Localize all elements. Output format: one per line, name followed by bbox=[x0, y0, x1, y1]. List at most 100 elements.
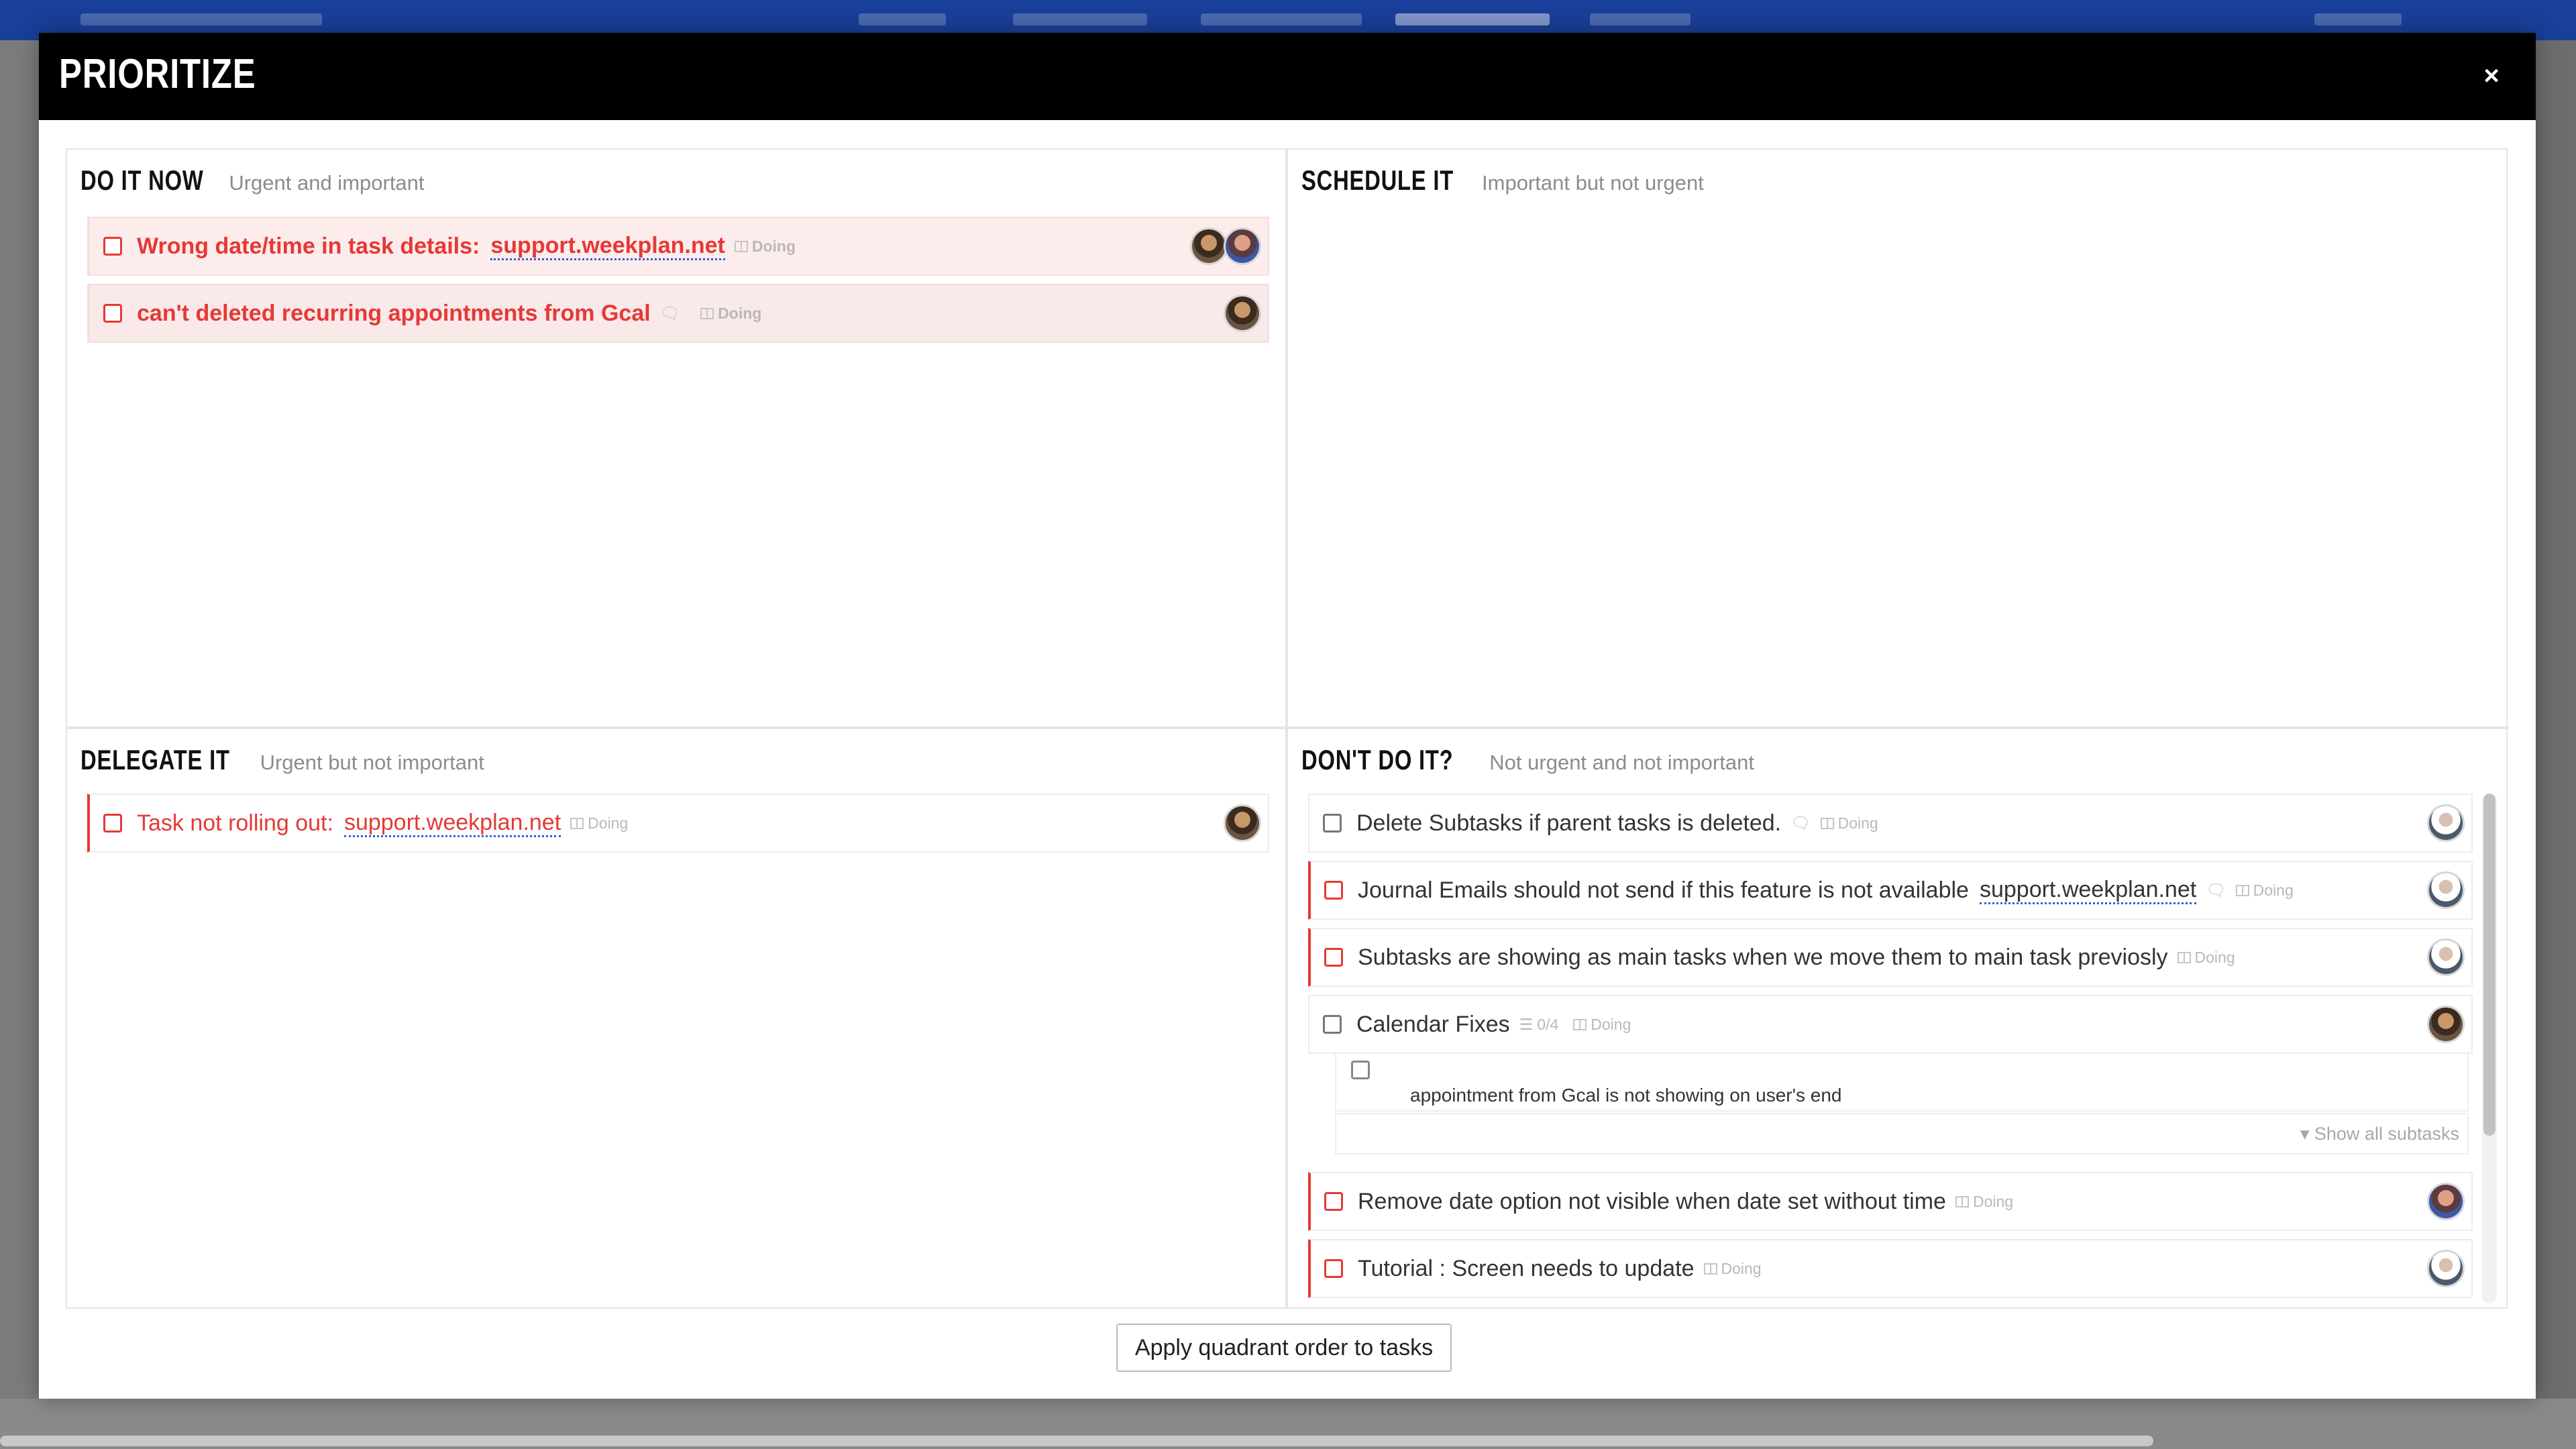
task-name[interactable]: Subtasks are showing as main tasks when … bbox=[1358, 945, 2168, 971]
subtask-row[interactable]: appointment from Gcal is not showing on … bbox=[1335, 1053, 2469, 1112]
avatar[interactable] bbox=[1224, 804, 1261, 842]
quadrant-title: DO IT NOW bbox=[80, 164, 204, 196]
avatar[interactable] bbox=[2427, 804, 2465, 842]
task-assignees bbox=[2427, 871, 2465, 909]
checkbox-icon[interactable] bbox=[1323, 1015, 1342, 1034]
modal-title: PRIORITIZE bbox=[59, 51, 256, 97]
task-assignees bbox=[1190, 227, 1261, 265]
task-assignees bbox=[1224, 804, 1261, 842]
subtask-list-icon: ☰ bbox=[1519, 1015, 1534, 1033]
task-status: Doing bbox=[1820, 814, 1878, 833]
checkbox-icon[interactable] bbox=[1324, 1192, 1343, 1211]
modal-header: PRIORITIZE × bbox=[39, 33, 2536, 120]
background-text bbox=[1201, 13, 1362, 25]
task-row[interactable]: Journal Emails should not send if this f… bbox=[1308, 861, 2473, 920]
task-name[interactable]: Wrong date/time in task details: bbox=[137, 233, 480, 260]
task-row[interactable]: Wrong date/time in task details: support… bbox=[87, 217, 1269, 276]
subtask-name[interactable]: appointment from Gcal is not showing on … bbox=[1410, 1085, 1841, 1106]
board-icon bbox=[1573, 1018, 1587, 1030]
task-row[interactable]: Delete Subtasks if parent tasks is delet… bbox=[1308, 794, 2473, 853]
task-link[interactable]: support.weekplan.net bbox=[343, 810, 561, 837]
comment-icon: 🗨 bbox=[2206, 881, 2226, 900]
task-status: Doing bbox=[734, 237, 796, 256]
quadrant-header: SCHEDULE IT Important but not urgent bbox=[1301, 164, 1704, 197]
task-assignees bbox=[2427, 1006, 2465, 1043]
checkbox-icon[interactable] bbox=[103, 237, 122, 256]
avatar[interactable] bbox=[2427, 1006, 2465, 1043]
quadrant-delegate-it[interactable]: DELEGATE IT Urgent but not important Tas… bbox=[67, 729, 1288, 1309]
quadrant-subtitle: Important but not urgent bbox=[1482, 171, 1704, 195]
task-name[interactable]: Task not rolling out: bbox=[137, 810, 333, 837]
checkbox-icon[interactable] bbox=[103, 304, 122, 323]
avatar[interactable] bbox=[2427, 938, 2465, 976]
task-row[interactable]: Task not rolling out: support.weekplan.n… bbox=[87, 794, 1269, 853]
horizontal-scrollbar[interactable] bbox=[0, 1436, 2153, 1446]
close-icon[interactable]: × bbox=[2475, 60, 2508, 92]
background-text bbox=[859, 13, 946, 25]
task-status: Doing bbox=[2235, 881, 2294, 900]
apply-quadrant-order-button[interactable]: Apply quadrant order to tasks bbox=[1116, 1324, 1452, 1372]
board-icon bbox=[700, 307, 714, 319]
quadrant-schedule-it[interactable]: SCHEDULE IT Important but not urgent bbox=[1288, 150, 2509, 729]
quadrant-title: DELEGATE IT bbox=[80, 744, 230, 775]
background-text bbox=[2314, 13, 2402, 25]
avatar[interactable] bbox=[2427, 871, 2465, 909]
task-link[interactable]: support.weekplan.net bbox=[490, 233, 725, 260]
checkbox-icon[interactable] bbox=[1324, 881, 1343, 900]
task-row[interactable]: Calendar Fixes ☰ 0/4 Doing bbox=[1308, 995, 2473, 1054]
quadrant-do-it-now[interactable]: DO IT NOW Urgent and important Wrong dat… bbox=[67, 150, 1288, 729]
task-status: Doing bbox=[570, 814, 628, 833]
quadrant-subtitle: Not urgent and not important bbox=[1489, 751, 1754, 774]
caret-down-icon: ▾ bbox=[2300, 1124, 2314, 1144]
task-status: Doing bbox=[1955, 1193, 2013, 1211]
task-name[interactable]: Remove date option not visible when date… bbox=[1358, 1189, 1946, 1215]
board-icon bbox=[570, 817, 584, 829]
task-link[interactable]: support.weekplan.net bbox=[1979, 877, 2197, 904]
quadrant-header: DO IT NOW Urgent and important bbox=[80, 164, 425, 197]
quadrant-subtitle: Urgent and important bbox=[229, 171, 425, 195]
task-assignees bbox=[2427, 938, 2465, 976]
avatar[interactable] bbox=[2427, 1183, 2465, 1220]
board-icon bbox=[2235, 884, 2249, 896]
comment-icon: 🗨 bbox=[659, 304, 681, 323]
checkbox-icon[interactable] bbox=[1351, 1061, 1370, 1079]
eisenhower-matrix: DO IT NOW Urgent and important Wrong dat… bbox=[66, 148, 2509, 1309]
task-assignees bbox=[2427, 1250, 2465, 1287]
quadrant-subtitle: Urgent but not important bbox=[260, 751, 484, 774]
task-name[interactable]: can't deleted recurring appointments fro… bbox=[137, 301, 651, 327]
task-name[interactable]: Calendar Fixes bbox=[1356, 1012, 1510, 1038]
background-text bbox=[1590, 13, 1690, 25]
quadrant-title: SCHEDULE IT bbox=[1301, 164, 1454, 196]
background-text bbox=[1013, 13, 1147, 25]
background-sidebar bbox=[2536, 40, 2576, 1449]
task-assignees bbox=[1224, 294, 1261, 332]
task-row[interactable]: Tutorial : Screen needs to update Doing bbox=[1308, 1239, 2473, 1298]
prioritize-modal: PRIORITIZE × DO IT NOW Urgent and import… bbox=[39, 33, 2536, 1399]
board-icon bbox=[1820, 817, 1834, 829]
task-name[interactable]: Journal Emails should not send if this f… bbox=[1358, 877, 1969, 904]
checkbox-icon[interactable] bbox=[103, 814, 122, 833]
board-icon bbox=[2177, 951, 2191, 963]
comment-icon: 🗨 bbox=[1790, 814, 1811, 833]
checkbox-icon[interactable] bbox=[1324, 1259, 1343, 1278]
task-name[interactable]: Tutorial : Screen needs to update bbox=[1358, 1256, 1695, 1282]
avatar[interactable] bbox=[1224, 294, 1261, 332]
task-row[interactable]: Remove date option not visible when date… bbox=[1308, 1172, 2473, 1231]
quadrant-dont-do-it[interactable]: DON'T DO IT? Not urgent and not importan… bbox=[1288, 729, 2509, 1309]
task-assignees bbox=[2427, 1183, 2465, 1220]
background-logo bbox=[34, 10, 60, 30]
task-row[interactable]: can't deleted recurring appointments fro… bbox=[87, 284, 1269, 343]
quadrant-header: DON'T DO IT? Not urgent and not importan… bbox=[1301, 744, 1754, 776]
task-name[interactable]: Delete Subtasks if parent tasks is delet… bbox=[1356, 810, 1781, 837]
board-icon bbox=[1703, 1263, 1717, 1275]
show-all-subtasks-link[interactable]: ▾ Show all subtasks bbox=[2300, 1124, 2459, 1144]
avatar[interactable] bbox=[1224, 227, 1261, 265]
scrollbar-thumb[interactable] bbox=[2483, 794, 2496, 1136]
task-row[interactable]: Subtasks are showing as main tasks when … bbox=[1308, 928, 2473, 987]
checkbox-icon[interactable] bbox=[1324, 948, 1343, 967]
avatar[interactable] bbox=[2427, 1250, 2465, 1287]
vertical-scrollbar[interactable] bbox=[2482, 794, 2497, 1303]
avatar[interactable] bbox=[1190, 227, 1228, 265]
show-all-subtasks-row[interactable]: ▾ Show all subtasks bbox=[1335, 1113, 2469, 1155]
checkbox-icon[interactable] bbox=[1323, 814, 1342, 833]
